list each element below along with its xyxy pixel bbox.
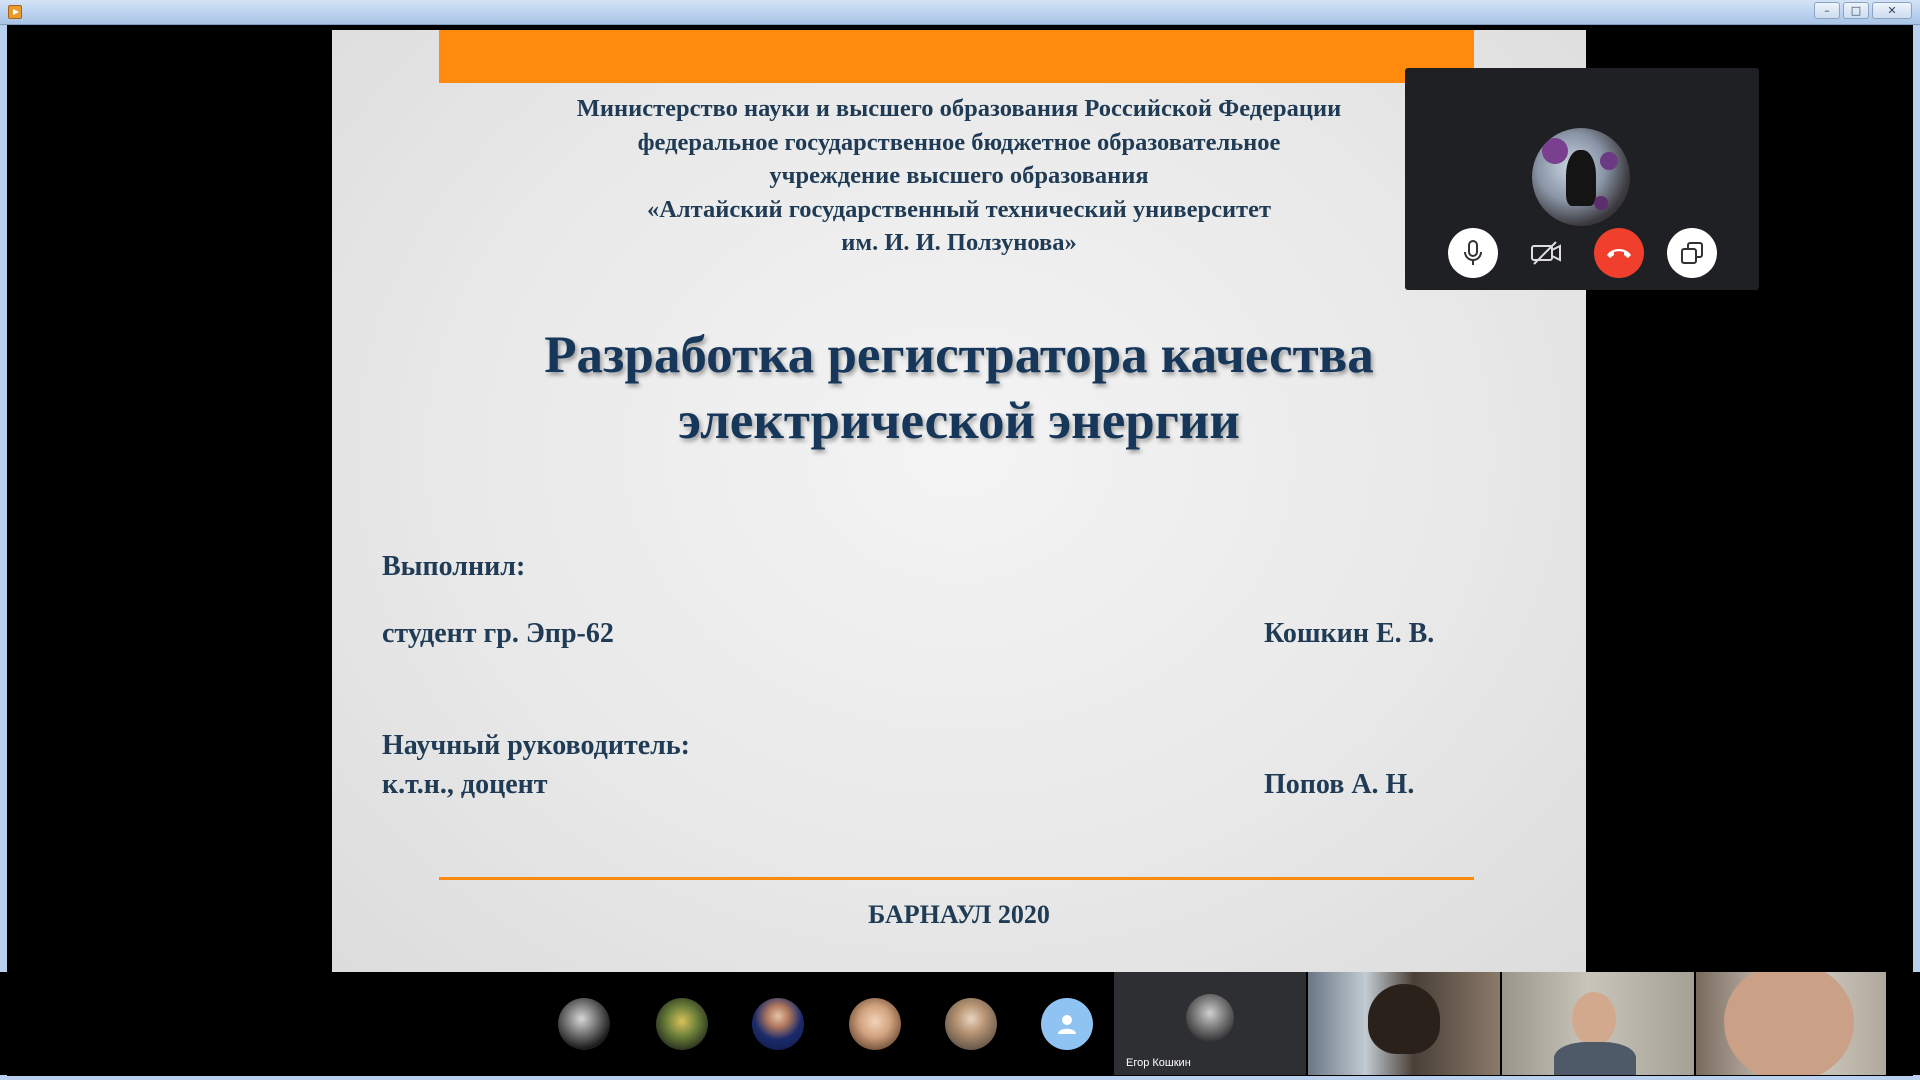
shared-slide: Министерство науки и высшего образования… [332,30,1586,972]
camera-off-icon [1531,241,1561,265]
camera-toggle-button[interactable] [1521,228,1571,278]
mute-button[interactable] [1448,228,1498,278]
participant-name: Егор Кошкин [1126,1057,1191,1069]
participant-avatar[interactable] [656,998,708,1050]
window-frame-right [1913,25,1920,1080]
performer-role: студент гр. Эпр-62 [382,618,614,649]
participant-tile-active[interactable]: Егор Кошкин [1114,972,1306,1075]
user-icon [1058,1015,1076,1034]
window-frame-bottom [0,1076,1920,1080]
participant-avatar [1186,994,1234,1042]
participant-avatar[interactable] [945,998,997,1050]
supervisor-role: к.т.н., доцент [382,769,548,800]
slide-title: Разработка регистратора качества электри… [332,322,1586,454]
performer-heading: Выполнил: [382,551,526,582]
ministry-header: Министерство науки и высшего образования… [332,92,1586,260]
participant-avatar[interactable] [849,998,901,1050]
participant-video-tile[interactable] [1308,972,1500,1075]
minimize-button[interactable]: – [1814,2,1840,19]
participant-avatar[interactable] [558,998,610,1050]
window-titlebar: – □ ✕ [0,0,1920,25]
slide-top-accent-bar [439,30,1474,83]
ministry-line: им. И. И. Ползунова» [841,229,1077,256]
participant-video-face [1724,972,1854,1075]
city-year: БАРНАУЛ 2020 [868,900,1050,929]
window-frame-left [0,25,7,1080]
participant-avatar-placeholder[interactable] [1041,998,1093,1050]
screen-share-icon [1681,242,1703,264]
title-line: электрической энергии [678,392,1240,450]
participant-video-face [1572,992,1616,1046]
ministry-line: Министерство науки и высшего образования… [576,95,1342,122]
participant-video-body [1554,1042,1636,1075]
participant-video-tile[interactable] [1502,972,1694,1075]
self-avatar [1532,128,1630,226]
app-icon [8,5,22,19]
hang-up-icon [1607,249,1631,258]
supervisor-name: Попов А. Н. [1264,769,1415,800]
supervisor-heading: Научный руководитель: [382,730,690,761]
participant-video-silhouette [1368,984,1440,1054]
title-line: Разработка регистратора качества [544,326,1374,384]
ministry-line: учреждение высшего образования [769,162,1149,189]
performer-name: Кошкин Е. В. [1264,618,1435,649]
screen-share-button[interactable] [1667,228,1717,278]
maximize-button[interactable]: □ [1843,2,1869,19]
close-button[interactable]: ✕ [1872,2,1912,19]
ministry-line: федеральное государственное бюджетное об… [637,128,1281,156]
participant-video-tile[interactable] [1696,972,1886,1075]
ministry-line: «Алтайский государственный технический у… [646,195,1272,223]
hang-up-button[interactable] [1594,228,1644,278]
window-controls: – □ ✕ [1814,2,1912,19]
self-view-panel [1405,68,1759,290]
microphone-icon [1464,240,1482,265]
participant-avatar[interactable] [752,998,804,1050]
slide-bottom-accent-line [439,877,1474,880]
